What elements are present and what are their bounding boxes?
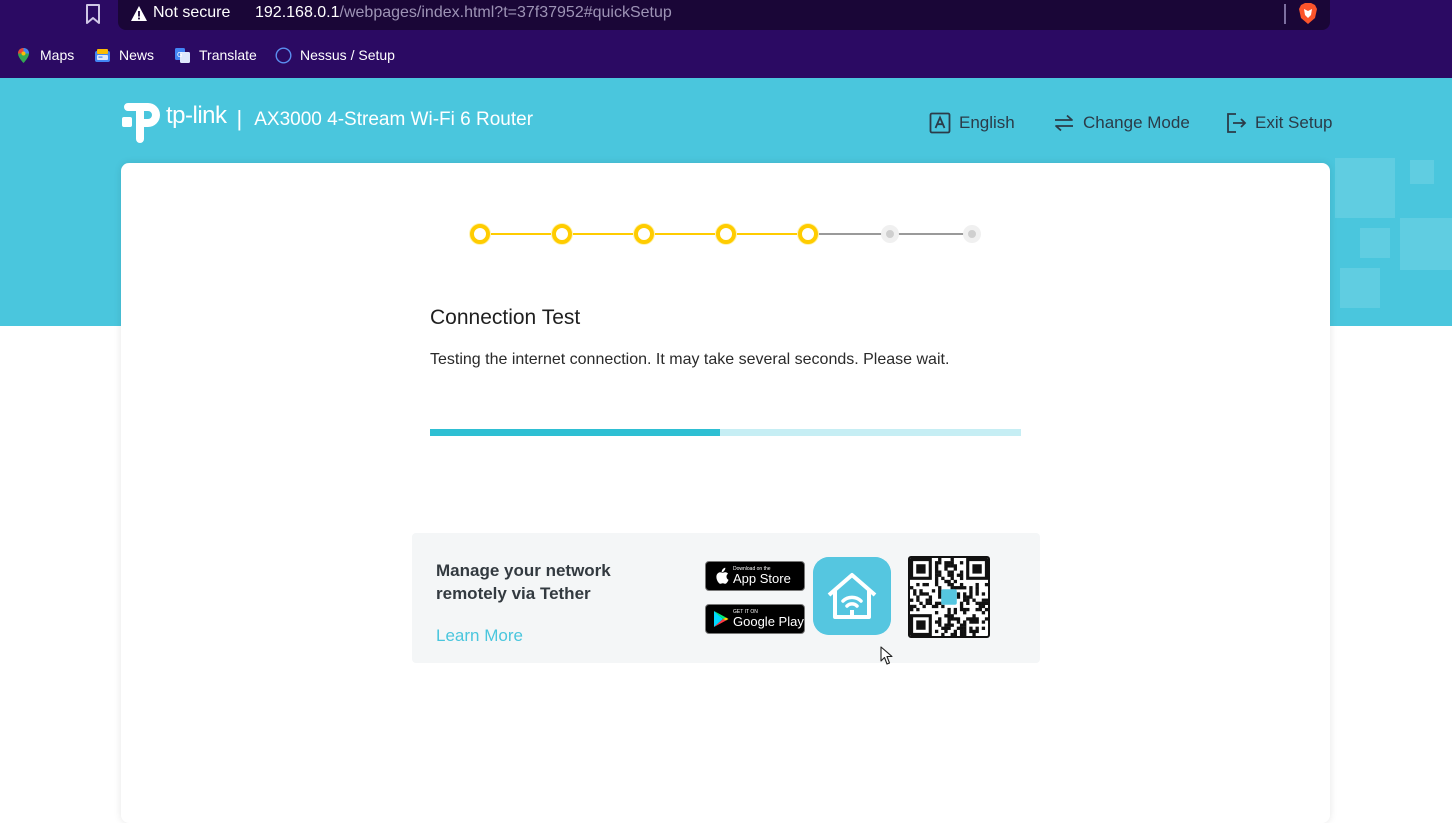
url-host: 192.168.0.1	[255, 4, 340, 21]
page-title: Connection Test	[430, 306, 581, 329]
brand-name: tp-link	[166, 102, 227, 129]
step-connector	[644, 233, 726, 235]
step-dot-pending	[881, 225, 899, 243]
learn-more-link[interactable]: Learn More	[436, 626, 523, 646]
brave-icon[interactable]	[1298, 2, 1318, 25]
setup-stepper	[470, 224, 982, 244]
apple-icon	[716, 567, 729, 584]
translate-icon: G	[175, 47, 190, 63]
step-dot-completed	[634, 224, 654, 244]
bookmark-label: Nessus / Setup	[300, 47, 395, 63]
app-store-big-text: App Store	[733, 571, 791, 586]
tether-app-icon[interactable]	[813, 557, 891, 635]
news-icon	[95, 48, 110, 62]
not-secure-label[interactable]: Not secure	[153, 4, 230, 22]
decorative-square	[1360, 228, 1390, 258]
step-dot-completed	[798, 224, 818, 244]
step-connector	[480, 233, 562, 235]
tp-link-logo-icon	[122, 103, 160, 143]
decorative-square	[1335, 158, 1395, 218]
url-path: /webpages/index.html?t=37f37952#quickSet…	[339, 4, 672, 21]
tp-link-logo: tp-link | AX3000 4-Stream Wi-Fi 6 Router	[120, 98, 533, 144]
app-store-text: Download on the App Store	[733, 566, 791, 586]
exit-icon	[1227, 113, 1247, 133]
address-divider	[1284, 4, 1286, 24]
globe-icon	[275, 46, 292, 64]
decorative-square	[1340, 268, 1380, 308]
step-connector	[726, 233, 808, 235]
swap-arrows-icon	[1055, 114, 1073, 132]
language-label: English	[959, 113, 1015, 132]
step-connector	[890, 233, 972, 235]
mouse-cursor-icon	[880, 646, 893, 665]
step-dot-completed	[470, 224, 490, 244]
product-name: AX3000 4-Stream Wi-Fi 6 Router	[254, 109, 534, 130]
step-connector	[808, 233, 890, 235]
exit-setup-label: Exit Setup	[1255, 113, 1333, 132]
change-mode-button[interactable]: Change Mode	[1052, 111, 1190, 135]
bookmark-label: Translate	[199, 47, 257, 63]
language-icon	[929, 112, 951, 134]
browser-chrome: Not secure 192.168.0.1/webpages/index.ht…	[0, 0, 1452, 78]
decorative-square	[1400, 218, 1452, 270]
bookmark-news[interactable]: News	[94, 45, 154, 65]
google-play-text: GET IT ON Google Play	[733, 609, 804, 629]
google-play-icon	[714, 611, 729, 627]
bookmark-nessus[interactable]: Nessus / Setup	[275, 45, 395, 65]
progress-fill	[430, 429, 720, 436]
app-store-badge[interactable]: Download on the App Store	[705, 561, 805, 591]
step-dot-pending	[963, 225, 981, 243]
tether-promo-panel: Manage your network remotely via Tether …	[412, 533, 1040, 663]
url-text[interactable]: 192.168.0.1/webpages/index.html?t=37f379…	[255, 4, 672, 22]
step-connector	[562, 233, 644, 235]
language-button[interactable]: English	[928, 111, 1015, 135]
tether-title: Manage your network remotely via Tether	[436, 561, 611, 603]
warning-icon	[131, 6, 147, 21]
bookmark-maps[interactable]: Maps	[15, 45, 74, 65]
google-play-badge[interactable]: GET IT ON Google Play	[705, 604, 805, 634]
decorative-square	[1410, 160, 1434, 184]
bookmark-icon[interactable]	[84, 3, 102, 25]
qr-code	[908, 556, 990, 638]
google-play-big-text: Google Play	[733, 614, 804, 629]
bookmark-label: Maps	[40, 47, 75, 63]
svg-text:G: G	[177, 51, 182, 59]
bookmark-label: News	[119, 47, 155, 63]
change-mode-label: Change Mode	[1083, 113, 1190, 132]
maps-icon	[18, 47, 29, 63]
exit-setup-button[interactable]: Exit Setup	[1224, 111, 1333, 135]
connection-progress-bar	[430, 429, 1021, 436]
bookmark-translate[interactable]: G Translate	[174, 45, 257, 65]
setup-card	[121, 163, 1330, 823]
status-description: Testing the internet connection. It may …	[430, 351, 950, 368]
step-dot-completed	[716, 224, 736, 244]
brand-separator: |	[236, 106, 243, 131]
step-dot-completed	[552, 224, 572, 244]
